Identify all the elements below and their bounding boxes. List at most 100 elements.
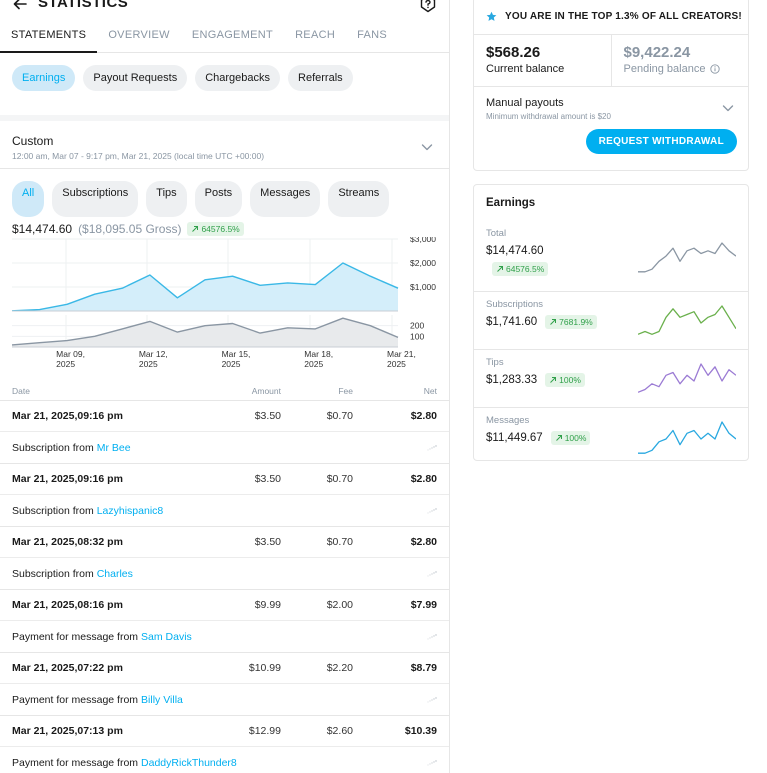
- arrow-left-icon[interactable]: [12, 0, 28, 12]
- filter-earnings[interactable]: Earnings: [12, 65, 76, 91]
- summary-gross: ($18,095.05 Gross): [78, 222, 182, 236]
- type-filter-subscriptions[interactable]: Subscriptions: [52, 181, 139, 217]
- row-amount: $9.99: [254, 599, 281, 611]
- pending-balance-label-row: Pending balance: [624, 63, 737, 75]
- tab-reach[interactable]: REACH: [284, 20, 346, 52]
- row-fee: $0.70: [326, 410, 353, 422]
- type-filter-streams[interactable]: Streams: [328, 181, 390, 217]
- x-tick-label-year: 2025: [304, 359, 323, 369]
- y-tick-label: 100: [410, 331, 424, 341]
- statement-filter-chips: Earnings Payout Requests Chargebacks Referr…: [0, 53, 449, 121]
- stats-tabs: STATEMENTS OVERVIEW ENGAGEMENT REACH FANS: [0, 20, 449, 53]
- payout-subtitle: Minimum withdrawal amount is $20: [486, 112, 611, 121]
- row-description: Payment for message from Sam Davis: [0, 621, 449, 652]
- x-tick-label: Mar 09,: [56, 349, 85, 359]
- filter-payout-requests[interactable]: Payout Requests: [83, 65, 188, 91]
- x-tick-label: Mar 18,: [304, 349, 333, 359]
- arrow-up-right-icon: [192, 226, 199, 232]
- row-user-link[interactable]: Lazyhispanic8: [97, 505, 164, 517]
- range-subtitle: 12:00 am, Mar 07 - 9:17 pm, Mar 21, 2025…: [12, 151, 265, 161]
- filter-referrals[interactable]: Referrals: [288, 65, 353, 91]
- row-amount: $3.50: [254, 473, 281, 485]
- row-net: $2.80: [410, 473, 437, 485]
- loading-dots-icon: [427, 571, 437, 577]
- row-user-link[interactable]: Charles: [97, 568, 133, 580]
- row-date: Mar 21, 2025,08:32 pm: [12, 536, 123, 548]
- row-net: $10.39: [404, 725, 437, 737]
- table-row[interactable]: Mar 21, 2025,09:16 pm $3.50 $0.70 $2.80 Subs…: [0, 464, 449, 527]
- type-filter-all[interactable]: All: [12, 181, 45, 217]
- row-description: Subscription from Charles: [0, 558, 449, 589]
- earnings-item-messages[interactable]: Messages $11,449.67 100%: [474, 407, 748, 465]
- row-user-link[interactable]: Mr Bee: [97, 442, 131, 454]
- tab-statements[interactable]: STATEMENTS: [0, 20, 98, 53]
- range-title: Custom: [12, 134, 54, 148]
- type-filter-tips[interactable]: Tips: [146, 181, 187, 217]
- help-icon[interactable]: [419, 0, 437, 13]
- earnings-breakdown: Total $14,474.60 64576.5% Subscriptions $1,7…: [474, 221, 748, 465]
- row-fee: $0.70: [326, 473, 353, 485]
- growth-value: 7681.9%: [559, 317, 593, 327]
- loading-dots-icon: [427, 508, 437, 514]
- page-title: STATISTICS: [38, 0, 129, 11]
- type-filter-messages[interactable]: Messages: [250, 181, 321, 217]
- earnings-item-subscriptions[interactable]: Subscriptions $1,741.60 7681.9%: [474, 291, 748, 349]
- x-tick-label-year: 2025: [56, 359, 75, 369]
- row-desc-text: Payment for message from: [12, 630, 139, 643]
- chevron-down-icon[interactable]: [722, 102, 734, 114]
- table-row[interactable]: Mar 21, 2025,09:16 pm $3.50 $0.70 $2.80 Subs…: [0, 401, 449, 464]
- filter-chargebacks[interactable]: Chargebacks: [195, 65, 281, 91]
- type-filter-posts[interactable]: Posts: [194, 181, 243, 217]
- loading-dots-icon: [427, 445, 437, 451]
- row-user-link[interactable]: Billy Villa: [141, 694, 183, 706]
- tab-fans[interactable]: FANS: [346, 20, 398, 52]
- sparkline-line: [638, 305, 736, 335]
- current-balance-label: Current balance: [486, 63, 565, 75]
- row-description: Subscription from Mr Bee: [0, 432, 449, 463]
- row-net: $7.99: [410, 599, 437, 611]
- row-desc-text: Payment for message from: [12, 756, 139, 769]
- table-row[interactable]: Mar 21, 2025,07:22 pm $10.99 $2.20 $8.79 Pay…: [0, 653, 449, 716]
- info-icon[interactable]: [710, 64, 721, 74]
- earnings-chart-svg: $3,000$2,000$1,000200100Mar 09,2025Mar 1…: [11, 234, 436, 369]
- arrow-up-right-icon: [497, 266, 503, 272]
- table-row[interactable]: Mar 21, 2025,08:16 pm $9.99 $2.00 $7.99 Paym…: [0, 590, 449, 653]
- page-header: STATISTICS: [0, 0, 449, 20]
- tab-engagement[interactable]: ENGAGEMENT: [181, 20, 284, 52]
- x-tick-label-year: 2025: [139, 359, 158, 369]
- arrow-up-right-icon: [550, 377, 557, 383]
- row-user-link[interactable]: Sam Davis: [141, 631, 192, 643]
- row-user-link[interactable]: DaddyRickThunder8: [141, 757, 237, 769]
- table-row[interactable]: Mar 21, 2025,07:13 pm $12.99 $2.60 $10.39 Pa…: [0, 716, 449, 773]
- chevron-down-icon[interactable]: [421, 141, 433, 153]
- manual-payouts: Manual payouts Minimum withdrawal amount…: [474, 87, 748, 171]
- loading-dots-icon: [427, 760, 437, 766]
- pending-balance: $9,422.24 Pending balance: [610, 35, 749, 86]
- earnings-card: Earnings Total $14,474.60 64576.5% Subscrip…: [473, 184, 749, 461]
- row-net: $8.79: [410, 662, 437, 674]
- y-tick-label: $3,000: [410, 237, 436, 244]
- col-header-net: Net: [423, 386, 437, 396]
- type-filter-chips: All Subscriptions Tips Posts Messages Streams: [0, 169, 449, 217]
- earnings-item-tips[interactable]: Tips $1,283.33 100%: [474, 349, 748, 407]
- row-desc-text: Payment for message from: [12, 693, 139, 706]
- row-amount: $12.99: [248, 725, 281, 737]
- request-withdrawal-button[interactable]: REQUEST WITHDRAWAL: [585, 129, 737, 154]
- summary-net: $14,474.60: [12, 222, 73, 236]
- growth-badge: 64576.5%: [492, 262, 549, 276]
- x-tick-label-year: 2025: [387, 359, 406, 369]
- earnings-item-total[interactable]: Total $14,474.60 64576.5%: [474, 221, 748, 291]
- pending-balance-value: $9,422.24: [623, 44, 691, 61]
- table-row[interactable]: Mar 21, 2025,08:32 pm $3.50 $0.70 $2.80 Subs…: [0, 527, 449, 590]
- row-date: Mar 21, 2025,09:16 pm: [12, 410, 123, 422]
- date-range-selector[interactable]: Custom 12:00 am, Mar 07 - 9:17 pm, Mar 2…: [0, 121, 449, 169]
- balance-card: YOU ARE IN THE TOP 1.3% OF ALL CREATORS!…: [473, 0, 749, 171]
- row-desc-text: Subscription from: [12, 567, 94, 580]
- row-amount: $10.99: [248, 662, 281, 674]
- sparkline-line: [638, 421, 736, 454]
- tab-overview[interactable]: OVERVIEW: [97, 20, 181, 52]
- growth-badge: 100%: [545, 373, 585, 387]
- y-tick-label: $2,000: [410, 258, 436, 268]
- sparkline-total: [638, 242, 736, 273]
- loading-dots-icon: [427, 634, 437, 640]
